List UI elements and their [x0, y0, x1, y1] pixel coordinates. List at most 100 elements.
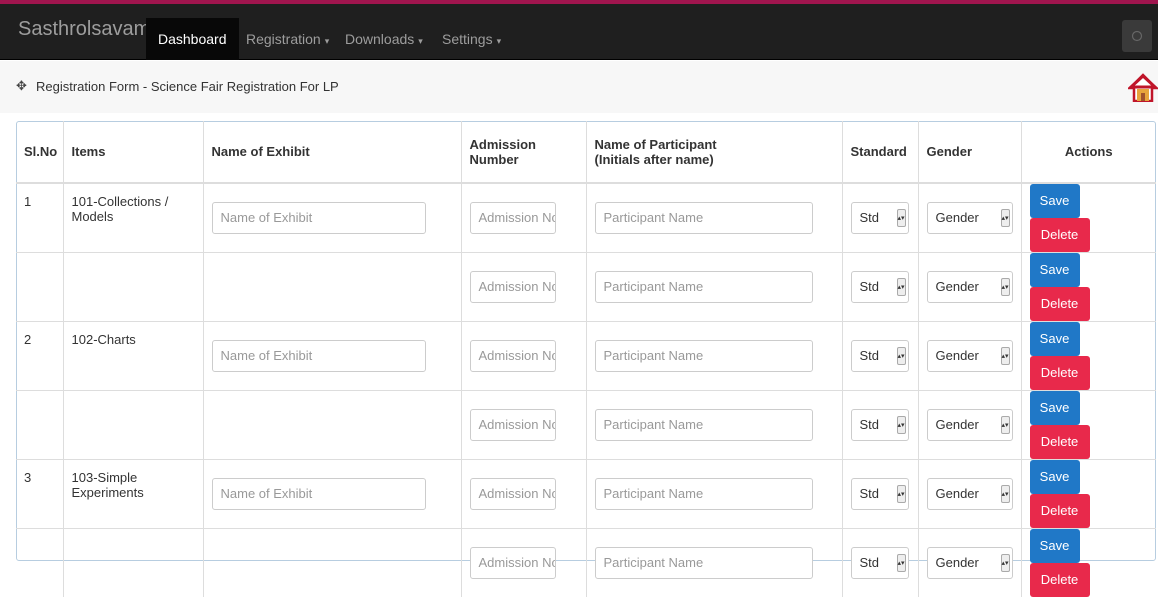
delete-button[interactable]: Delete	[1030, 356, 1090, 390]
select-arrow-icon: ▴▾	[1001, 554, 1010, 572]
slno-cell: 3	[16, 460, 63, 529]
participant-input[interactable]: Participant Name	[595, 202, 813, 234]
gender-select[interactable]: Gender▴▾	[927, 340, 1013, 372]
slno-cell	[16, 529, 63, 597]
item-cell	[63, 529, 203, 597]
select-arrow-icon: ▴▾	[897, 554, 906, 572]
admission-input[interactable]: Admission No	[470, 547, 556, 579]
exhibit-cell	[203, 253, 461, 322]
delete-button[interactable]: Delete	[1030, 218, 1090, 252]
standard-select-value: Std	[860, 210, 880, 225]
admission-cell: Admission No	[461, 253, 586, 322]
standard-select[interactable]: Std▴▾	[851, 547, 909, 579]
exhibit-input[interactable]: Name of Exhibit	[212, 340, 426, 372]
nav-dashboard[interactable]: Dashboard	[146, 18, 239, 60]
standard-select[interactable]: Std ▴▾	[851, 202, 909, 234]
participant-cell: Participant Name	[586, 322, 842, 391]
move-icon: ✥	[16, 78, 27, 94]
caret-down-icon: ▾	[325, 36, 330, 46]
registration-table: Sl.No Items Name of Exhibit AdmissionNum…	[16, 121, 1156, 597]
participant-input[interactable]: Participant Name	[595, 271, 813, 303]
standard-select[interactable]: Std▴▾	[851, 409, 909, 441]
gender-cell: Gender ▴▾	[918, 391, 1021, 460]
delete-button[interactable]: Delete	[1030, 425, 1090, 459]
nav-downloads-label: Downloads	[345, 31, 414, 47]
actions-cell: SaveDelete	[1021, 460, 1156, 529]
save-button[interactable]: Save	[1030, 322, 1080, 356]
delete-button[interactable]: Delete	[1030, 494, 1090, 528]
nav-downloads[interactable]: Downloads ▾	[333, 18, 435, 60]
header-participant-line2: (Initials after name)	[595, 152, 714, 167]
admission-input[interactable]: Admission No	[470, 478, 556, 510]
header-gender: Gender	[918, 121, 1021, 183]
gender-cell: Gender▴▾	[918, 183, 1021, 253]
admission-cell: Admission No	[461, 529, 586, 597]
admission-input[interactable]: Admission No	[470, 409, 556, 441]
gender-select-value: Gender	[936, 279, 979, 294]
select-arrow-icon: ▴▾	[897, 347, 906, 365]
select-arrow-icon: ▴▾	[1001, 347, 1010, 365]
participant-input[interactable]: Participant Name	[595, 547, 813, 579]
select-arrow-icon: ▴▾	[1001, 416, 1010, 434]
power-button[interactable]	[1122, 20, 1152, 52]
select-arrow-icon: ▴▾	[1001, 209, 1010, 227]
participant-cell: Participant Name	[586, 391, 842, 460]
admission-cell: Admission No	[461, 460, 586, 529]
admission-input[interactable]: Admission No	[470, 271, 556, 303]
gender-select[interactable]: Gender ▴▾	[927, 409, 1013, 441]
gender-select[interactable]: Gender▴▾	[927, 202, 1013, 234]
gender-select-value: Gender	[936, 417, 979, 432]
select-arrow-icon: ▴▾	[897, 416, 906, 434]
standard-select-value: Std	[860, 348, 880, 363]
header-admission: AdmissionNumber	[461, 121, 586, 183]
item-cell	[63, 253, 203, 322]
delete-button[interactable]: Delete	[1030, 287, 1090, 321]
table-row: 2 102-Charts Name of Exhibit Admission No Pa…	[16, 322, 1156, 391]
admission-input[interactable]: Admission No	[470, 202, 556, 234]
standard-select[interactable]: Std ▴▾	[851, 340, 909, 372]
slno-cell: 2	[16, 322, 63, 391]
gender-cell: Gender▴▾	[918, 529, 1021, 597]
header-participant: Name of Participant(Initials after name)	[586, 121, 842, 183]
save-button[interactable]: Save	[1030, 184, 1080, 218]
save-button[interactable]: Save	[1030, 391, 1080, 425]
delete-button[interactable]: Delete	[1030, 563, 1090, 597]
standard-cell: Std ▴▾	[842, 322, 918, 391]
save-button[interactable]: Save	[1030, 253, 1080, 287]
slno-cell	[16, 253, 63, 322]
participant-input[interactable]: Participant Name	[595, 478, 813, 510]
nav-settings[interactable]: Settings▾	[430, 18, 513, 60]
admission-input[interactable]: Admission No	[470, 340, 556, 372]
exhibit-input[interactable]: Name of Exhibit	[212, 478, 426, 510]
save-button[interactable]: Save	[1030, 460, 1080, 494]
header-participant-line1: Name of Participant	[595, 137, 717, 152]
home-icon[interactable]	[1128, 72, 1158, 102]
slno-cell	[16, 391, 63, 460]
standard-cell: Std▴▾	[842, 529, 918, 597]
standard-select[interactable]: Std▴▾	[851, 271, 909, 303]
actions-cell: SaveDelete	[1021, 183, 1156, 253]
item-name-line1: 101-Collections /	[72, 194, 169, 209]
table-row: Admission No Participant Name Std▴▾ Gender▴…	[16, 529, 1156, 597]
save-button[interactable]: Save	[1030, 529, 1080, 563]
actions-cell: SaveDelete	[1021, 322, 1156, 391]
select-arrow-icon: ▴▾	[1001, 485, 1010, 503]
table-row: Admission No Participant Name Std▴▾ Gender ▴…	[16, 391, 1156, 460]
brand-name[interactable]: Sasthrolsavam	[18, 18, 150, 41]
caret-down-icon: ▾	[418, 36, 423, 46]
nav-registration[interactable]: Registration▾	[234, 18, 341, 60]
standard-select[interactable]: Std▴▾	[851, 478, 909, 510]
nav-settings-label: Settings	[442, 31, 493, 47]
table-row: 1101-Collections /ModelsName of ExhibitA…	[16, 183, 1156, 253]
item-name-line1: 102-Charts	[72, 332, 136, 347]
navbar: Sasthrolsavam Dashboard Registration▾ Do…	[0, 4, 1158, 60]
select-arrow-icon: ▴▾	[897, 209, 906, 227]
participant-input[interactable]: Participant Name	[595, 340, 813, 372]
gender-select[interactable]: Gender▴▾	[927, 547, 1013, 579]
exhibit-input[interactable]: Name of Exhibit	[212, 202, 426, 234]
gender-select[interactable]: Gender▴▾	[927, 271, 1013, 303]
standard-cell: Std ▴▾	[842, 183, 918, 253]
header-items: Items	[63, 121, 203, 183]
gender-select[interactable]: Gender▴▾	[927, 478, 1013, 510]
participant-input[interactable]: Participant Name	[595, 409, 813, 441]
